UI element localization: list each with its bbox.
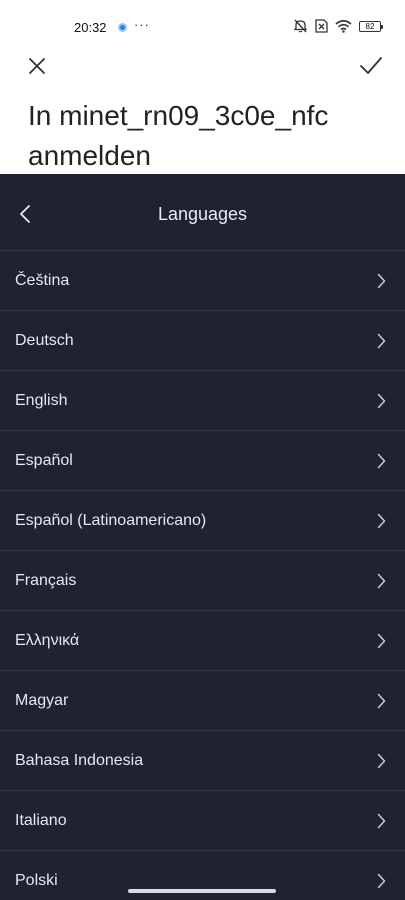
- chevron-left-icon[interactable]: [18, 204, 32, 224]
- language-label: Español: [15, 452, 73, 469]
- checkmark-icon[interactable]: [359, 55, 383, 77]
- chevron-right-icon: [377, 273, 386, 289]
- chevron-right-icon: [377, 453, 386, 469]
- language-label: Polski: [15, 872, 58, 889]
- language-label: English: [15, 392, 68, 409]
- chevron-right-icon: [377, 753, 386, 769]
- no-sim-icon: [315, 19, 328, 33]
- language-list: Čeština Deutsch English Español Español …: [0, 251, 405, 900]
- language-label: Ελληνικά: [15, 632, 80, 649]
- language-item[interactable]: Deutsch: [0, 311, 405, 371]
- close-icon[interactable]: [26, 55, 48, 77]
- language-item[interactable]: Čeština: [0, 251, 405, 311]
- more-notifications-icon: ···: [134, 17, 150, 32]
- language-item[interactable]: Español (Latinoamericano): [0, 491, 405, 551]
- chevron-right-icon: [377, 873, 386, 889]
- language-item[interactable]: Español: [0, 431, 405, 491]
- home-indicator[interactable]: [128, 889, 276, 893]
- chevron-right-icon: [377, 693, 386, 709]
- chevron-right-icon: [377, 393, 386, 409]
- language-item[interactable]: Magyar: [0, 671, 405, 731]
- language-item[interactable]: Bahasa Indonesia: [0, 731, 405, 791]
- language-label: Bahasa Indonesia: [15, 752, 144, 769]
- language-item[interactable]: Ελληνικά: [0, 611, 405, 671]
- language-label: Italiano: [15, 812, 67, 829]
- chevron-right-icon: [377, 573, 386, 589]
- battery-icon: 82: [359, 20, 383, 32]
- status-icons: 82: [293, 19, 383, 33]
- mute-icon: [293, 19, 308, 33]
- language-label: Français: [15, 572, 77, 589]
- languages-panel: Languages Čeština Deutsch English Españo…: [0, 174, 405, 900]
- panel-header: Languages: [0, 174, 405, 251]
- chevron-right-icon: [377, 513, 386, 529]
- language-label: Magyar: [15, 692, 69, 709]
- page-title: In minet_rn09_3c0e_nfc anmelden: [28, 100, 329, 171]
- panel-title: Languages: [157, 204, 248, 224]
- wifi-icon: [335, 19, 352, 33]
- language-label: Deutsch: [15, 332, 74, 349]
- language-label: Čeština: [15, 272, 70, 289]
- language-item[interactable]: English: [0, 371, 405, 431]
- status-bar: 20:32 ··· 82: [0, 0, 405, 40]
- status-time: 20:32: [74, 20, 107, 35]
- chevron-right-icon: [377, 333, 386, 349]
- language-label: Español (Latinoamericano): [15, 512, 207, 529]
- app-notification-icon: [118, 23, 127, 32]
- language-item[interactable]: Italiano: [0, 791, 405, 851]
- chevron-right-icon: [377, 633, 386, 649]
- chevron-right-icon: [377, 813, 386, 829]
- language-item[interactable]: Français: [0, 551, 405, 611]
